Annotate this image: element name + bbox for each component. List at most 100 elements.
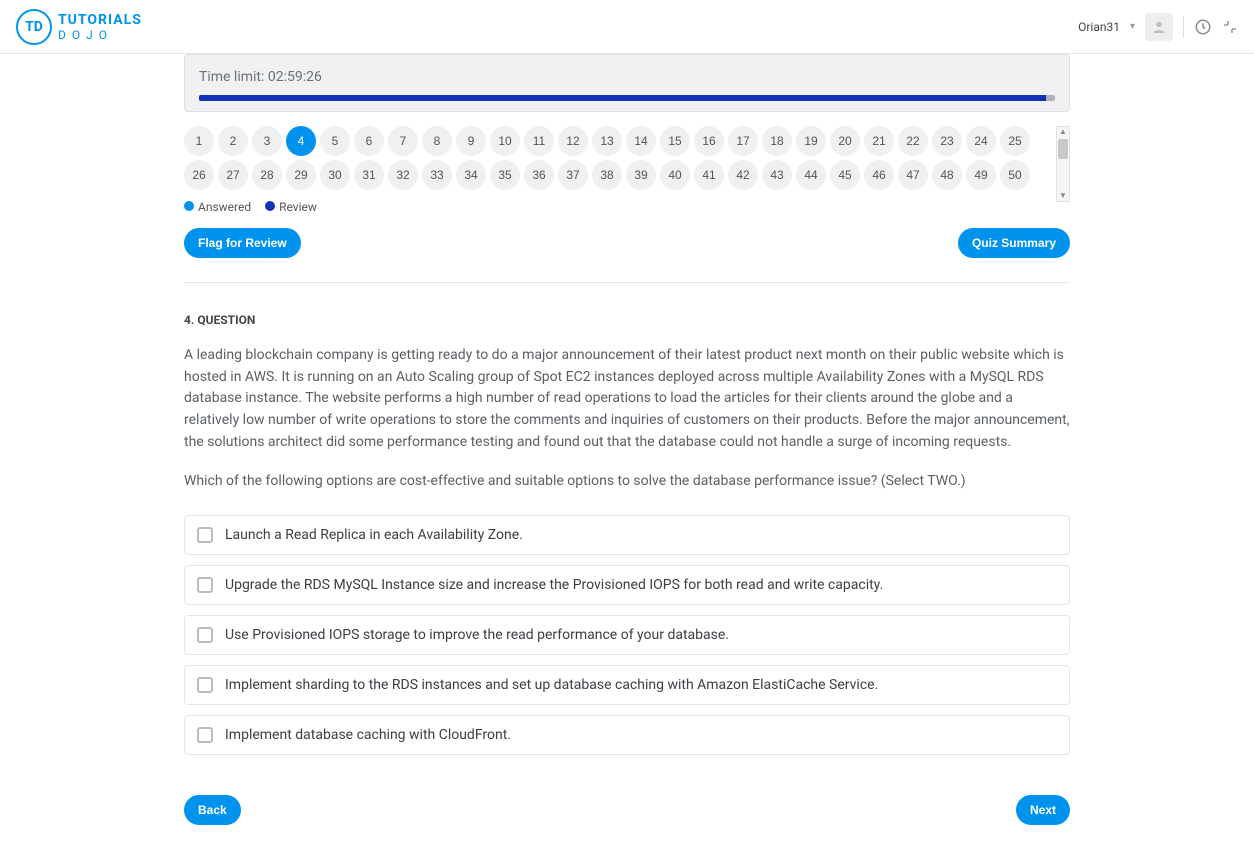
- question-nav-4[interactable]: 4: [286, 126, 316, 156]
- timer-label: Time limit: 02:59:26: [199, 69, 1055, 85]
- question-nav-18[interactable]: 18: [762, 126, 792, 156]
- question-nav-36[interactable]: 36: [524, 160, 554, 190]
- question-nav-10[interactable]: 10: [490, 126, 520, 156]
- question-heading: 4. QUESTION: [184, 313, 1070, 327]
- question-nav-40[interactable]: 40: [660, 160, 690, 190]
- question-nav-11[interactable]: 11: [524, 126, 554, 156]
- question-nav-2[interactable]: 2: [218, 126, 248, 156]
- legend-review-label: Review: [279, 200, 317, 214]
- option-row-1[interactable]: Launch a Read Replica in each Availabili…: [184, 515, 1070, 555]
- question-nav-31[interactable]: 31: [354, 160, 384, 190]
- question-nav-38[interactable]: 38: [592, 160, 622, 190]
- question-nav-46[interactable]: 46: [864, 160, 894, 190]
- timer-progress-track: [199, 95, 1055, 101]
- question-nav-33[interactable]: 33: [422, 160, 452, 190]
- option-label-2: Upgrade the RDS MySQL Instance size and …: [225, 577, 883, 593]
- question-nav-30[interactable]: 30: [320, 160, 350, 190]
- app-header: TD TUTORIALS DOJO Orian31 ▾: [0, 0, 1254, 54]
- question-nav-29[interactable]: 29: [286, 160, 316, 190]
- option-row-4[interactable]: Implement sharding to the RDS instances …: [184, 665, 1070, 705]
- chevron-down-icon[interactable]: ▾: [1130, 21, 1135, 32]
- question-nav-9[interactable]: 9: [456, 126, 486, 156]
- question-nav-48[interactable]: 48: [932, 160, 962, 190]
- question-nav-21[interactable]: 21: [864, 126, 894, 156]
- timer-progress-fill: [199, 95, 1046, 101]
- quiz-summary-button[interactable]: Quiz Summary: [958, 228, 1070, 258]
- question-nav-17[interactable]: 17: [728, 126, 758, 156]
- option-row-2[interactable]: Upgrade the RDS MySQL Instance size and …: [184, 565, 1070, 605]
- option-checkbox-4[interactable]: [197, 677, 213, 693]
- avatar-icon[interactable]: [1145, 13, 1173, 41]
- question-nav-50[interactable]: 50: [1000, 160, 1030, 190]
- section-divider: [184, 282, 1070, 283]
- logo[interactable]: TD TUTORIALS DOJO: [16, 9, 142, 45]
- question-nav-34[interactable]: 34: [456, 160, 486, 190]
- question-body: A leading blockchain company is getting …: [184, 345, 1070, 493]
- question-nav-19[interactable]: 19: [796, 126, 826, 156]
- header-right: Orian31 ▾: [1078, 13, 1238, 41]
- next-button[interactable]: Next: [1016, 795, 1070, 825]
- legend-answered: Answered: [184, 200, 251, 214]
- scroll-down-icon[interactable]: ▼: [1059, 191, 1067, 201]
- question-nav-27[interactable]: 27: [218, 160, 248, 190]
- option-row-5[interactable]: Implement database caching with CloudFro…: [184, 715, 1070, 755]
- question-nav-26[interactable]: 26: [184, 160, 214, 190]
- question-nav-16[interactable]: 16: [694, 126, 724, 156]
- question-nav-1[interactable]: 1: [184, 126, 214, 156]
- option-checkbox-5[interactable]: [197, 727, 213, 743]
- timer-box: Time limit: 02:59:26: [184, 54, 1070, 112]
- question-nav-22[interactable]: 22: [898, 126, 928, 156]
- question-nav-35[interactable]: 35: [490, 160, 520, 190]
- question-nav-43[interactable]: 43: [762, 160, 792, 190]
- question-nav-28[interactable]: 28: [252, 160, 282, 190]
- scroll-up-icon[interactable]: ▲: [1059, 127, 1067, 137]
- option-label-1: Launch a Read Replica in each Availabili…: [225, 527, 523, 543]
- header-divider: [1183, 16, 1184, 38]
- compress-icon[interactable]: [1222, 19, 1238, 35]
- legend-review: Review: [265, 200, 317, 214]
- question-nav-45[interactable]: 45: [830, 160, 860, 190]
- flag-for-review-button[interactable]: Flag for Review: [184, 228, 301, 258]
- question-nav-42[interactable]: 42: [728, 160, 758, 190]
- options-list: Launch a Read Replica in each Availabili…: [184, 515, 1070, 755]
- question-nav-23[interactable]: 23: [932, 126, 962, 156]
- question-nav-13[interactable]: 13: [592, 126, 622, 156]
- question-nav-7[interactable]: 7: [388, 126, 418, 156]
- dot-answered-icon: [184, 201, 194, 211]
- question-nav-scrollbar[interactable]: ▲ ▼: [1056, 126, 1070, 202]
- question-nav-47[interactable]: 47: [898, 160, 928, 190]
- question-nav-25[interactable]: 25: [1000, 126, 1030, 156]
- question-nav-6[interactable]: 6: [354, 126, 384, 156]
- question-nav-44[interactable]: 44: [796, 160, 826, 190]
- question-nav-49[interactable]: 49: [966, 160, 996, 190]
- logo-bottom-line: DOJO: [58, 29, 142, 41]
- option-checkbox-2[interactable]: [197, 577, 213, 593]
- question-nav-39[interactable]: 39: [626, 160, 656, 190]
- clock-history-icon[interactable]: [1194, 18, 1212, 36]
- option-checkbox-1[interactable]: [197, 527, 213, 543]
- question-paragraph-2: Which of the following options are cost-…: [184, 471, 1070, 493]
- actions-row: Flag for Review Quiz Summary: [184, 228, 1070, 258]
- legend-answered-label: Answered: [198, 200, 251, 214]
- question-nav-12[interactable]: 12: [558, 126, 588, 156]
- question-nav-24[interactable]: 24: [966, 126, 996, 156]
- question-nav-wrap: 1234567891011121314151617181920212223242…: [184, 126, 1070, 190]
- question-nav-8[interactable]: 8: [422, 126, 452, 156]
- bottom-nav: Back Next: [184, 795, 1070, 825]
- question-nav-3[interactable]: 3: [252, 126, 282, 156]
- question-nav-41[interactable]: 41: [694, 160, 724, 190]
- back-button[interactable]: Back: [184, 795, 241, 825]
- username-label[interactable]: Orian31: [1078, 20, 1120, 34]
- option-checkbox-3[interactable]: [197, 627, 213, 643]
- scroll-thumb[interactable]: [1058, 139, 1068, 159]
- option-label-5: Implement database caching with CloudFro…: [225, 727, 511, 743]
- option-row-3[interactable]: Use Provisioned IOPS storage to improve …: [184, 615, 1070, 655]
- question-nav: 1234567891011121314151617181920212223242…: [184, 126, 1054, 190]
- question-nav-15[interactable]: 15: [660, 126, 690, 156]
- question-nav-32[interactable]: 32: [388, 160, 418, 190]
- question-nav-5[interactable]: 5: [320, 126, 350, 156]
- question-nav-14[interactable]: 14: [626, 126, 656, 156]
- logo-text: TUTORIALS DOJO: [58, 13, 142, 41]
- question-nav-37[interactable]: 37: [558, 160, 588, 190]
- question-nav-20[interactable]: 20: [830, 126, 860, 156]
